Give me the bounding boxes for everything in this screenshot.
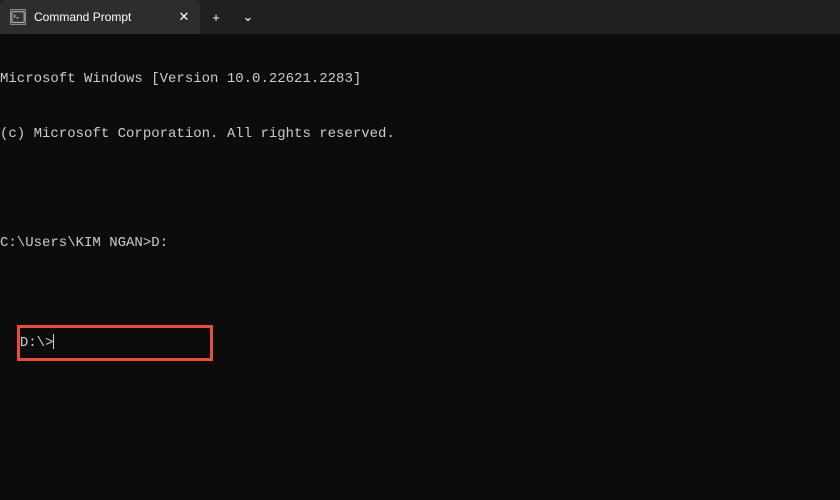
- title-bar: Command Prompt ✕ + ⌄: [0, 0, 840, 34]
- terminal-prompt-line: C:\Users\KIM NGAN>D:: [0, 234, 840, 252]
- active-tab[interactable]: Command Prompt ✕: [0, 0, 200, 34]
- text-cursor: [53, 334, 54, 349]
- entered-command: D:: [151, 235, 168, 251]
- tab-dropdown-button[interactable]: ⌄: [232, 0, 264, 34]
- terminal-content[interactable]: Microsoft Windows [Version 10.0.22621.22…: [0, 34, 840, 361]
- tab-actions: + ⌄: [200, 0, 264, 34]
- blank-line: [0, 288, 840, 306]
- highlight-box: D:\>: [17, 325, 213, 361]
- tab-close-button[interactable]: ✕: [176, 9, 192, 25]
- blank-line: [0, 180, 840, 198]
- terminal-icon: [10, 9, 26, 25]
- prompt-path: C:\Users\KIM NGAN>: [0, 235, 151, 251]
- terminal-output-line: (c) Microsoft Corporation. All rights re…: [0, 125, 840, 143]
- current-prompt: D:\>: [20, 335, 54, 351]
- tab-title: Command Prompt: [34, 10, 168, 24]
- terminal-output-line: Microsoft Windows [Version 10.0.22621.22…: [0, 70, 840, 88]
- new-tab-button[interactable]: +: [200, 0, 232, 34]
